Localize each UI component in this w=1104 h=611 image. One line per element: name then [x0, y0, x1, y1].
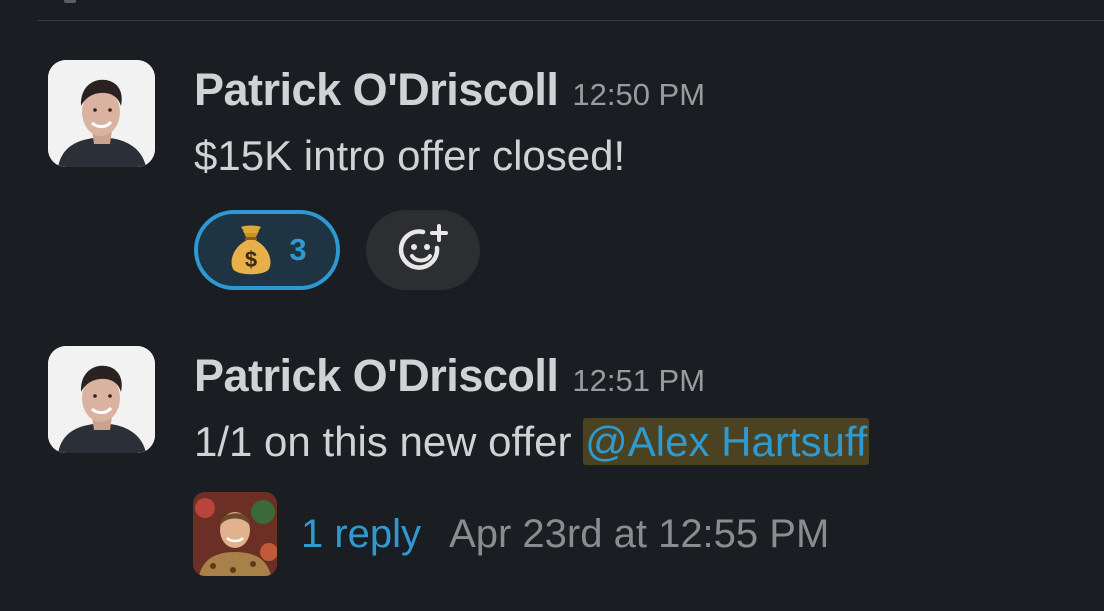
- user-avatar[interactable]: [48, 346, 155, 453]
- reaction-money-bag-button[interactable]: $ 3: [194, 210, 340, 290]
- last-reply-time: Apr 23rd at 12:55 PM: [449, 511, 830, 556]
- user-mention[interactable]: @Alex Hartsuff: [583, 418, 870, 465]
- add-reaction-icon: [398, 224, 448, 270]
- message-timestamp[interactable]: 12:50 PM: [572, 77, 705, 113]
- message-text-prefix: 1/1 on this new offer: [194, 418, 584, 465]
- add-reaction-button[interactable]: [366, 210, 480, 290]
- thread-summary[interactable]: 1 reply Apr 23rd at 12:55 PM: [193, 492, 829, 576]
- avatar-photo-icon: [48, 346, 155, 453]
- sender-name[interactable]: Patrick O'Driscoll: [194, 64, 559, 116]
- message-header: Patrick O'Driscoll 12:51 PM: [194, 350, 705, 402]
- user-avatar[interactable]: [48, 60, 155, 167]
- scroll-edge: [64, 0, 76, 3]
- avatar-photo-icon: [48, 60, 155, 167]
- replier-avatar: [193, 492, 277, 576]
- sender-name[interactable]: Patrick O'Driscoll: [194, 350, 559, 402]
- svg-text:$: $: [245, 247, 257, 272]
- message-header: Patrick O'Driscoll 12:50 PM: [194, 64, 705, 116]
- message-text: 1/1 on this new offer @Alex Hartsuff: [194, 418, 870, 466]
- message-text: $15K intro offer closed!: [194, 132, 626, 179]
- reaction-bar: $ 3: [194, 210, 480, 290]
- avatar-photo-icon: [193, 492, 277, 576]
- money-bag-icon: $: [231, 225, 271, 275]
- message-pane: Patrick O'Driscoll 12:50 PM $15K intro o…: [0, 0, 1104, 611]
- reply-count-link[interactable]: 1 reply: [301, 512, 421, 557]
- divider: [38, 20, 1104, 21]
- reaction-count: 3: [289, 232, 307, 267]
- message-timestamp[interactable]: 12:51 PM: [572, 363, 705, 399]
